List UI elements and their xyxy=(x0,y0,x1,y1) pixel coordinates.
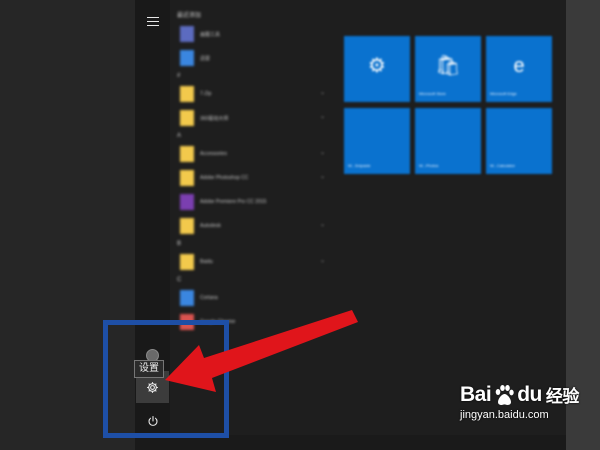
watermark-brand-right: du xyxy=(517,382,542,406)
watermark-brand-cn: 经验 xyxy=(545,387,580,406)
baidu-paw-icon xyxy=(492,383,516,407)
watermark-brand-left: Bai xyxy=(460,382,492,406)
watermark-url: jingyan.baidu.com xyxy=(460,409,549,421)
baidu-watermark: Bai du 经验 jingyan.baidu.com xyxy=(460,382,580,422)
